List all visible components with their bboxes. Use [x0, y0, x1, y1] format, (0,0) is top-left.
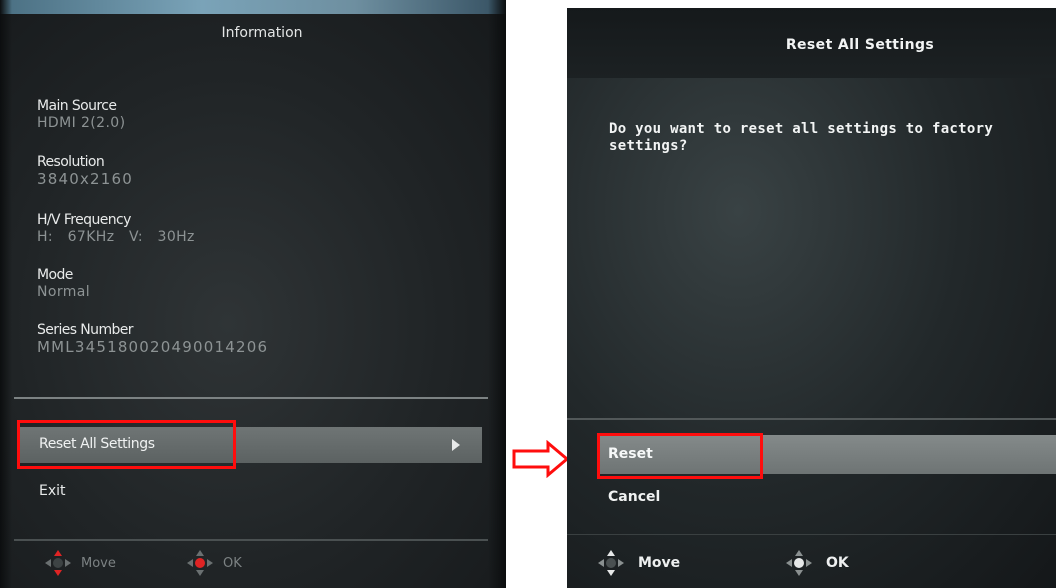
footer-ok: OK [187, 550, 242, 576]
footer-ok-label: OK [826, 555, 849, 571]
divider [567, 418, 1056, 420]
divider [14, 539, 488, 541]
info-label: Main Source [37, 98, 117, 114]
info-series-number: Series Number MML345180020490014206 [37, 322, 268, 356]
info-resolution: Resolution 3840x2160 [37, 154, 133, 188]
info-value: H: 67KHz V: 30Hz [37, 229, 195, 245]
menu-item-exit[interactable]: Exit [39, 483, 66, 499]
info-hv-frequency: H/V Frequency H: 67KHz V: 30Hz [37, 212, 195, 246]
footer-ok: OK [786, 550, 849, 576]
footer-move-label: Move [81, 555, 116, 571]
divider [567, 534, 1056, 535]
reset-all-settings-screen: Reset All Settings Do you want to reset … [567, 8, 1056, 588]
info-value: 3840x2160 [37, 170, 134, 188]
monitor-bezel-strip [0, 0, 506, 14]
reset-confirmation-question: Do you want to reset all settings to fac… [609, 121, 994, 154]
right-arrow-icon [512, 440, 570, 478]
footer-move-label: Move [638, 555, 681, 571]
play-triangle-icon [452, 439, 460, 451]
dpad-move-icon [45, 550, 71, 576]
divider [14, 397, 488, 399]
info-value: Normal [37, 284, 91, 300]
footer-move: Move [598, 550, 680, 576]
info-label: Mode [37, 267, 73, 283]
info-label: Series Number [37, 322, 134, 338]
information-screen: Information Main Source HDMI 2(2.0) Reso… [0, 0, 506, 588]
footer-move: Move [45, 550, 116, 576]
info-label: Resolution [37, 154, 105, 170]
info-label: H/V Frequency [37, 212, 131, 228]
dpad-ok-icon [786, 550, 812, 576]
info-main-source: Main Source HDMI 2(2.0) [37, 98, 125, 132]
dpad-move-icon [598, 550, 624, 576]
highlight-box-reset-all-settings [17, 420, 236, 469]
info-value: MML345180020490014206 [37, 338, 269, 356]
dpad-ok-icon [187, 550, 213, 576]
footer-ok-label: OK [223, 555, 242, 571]
info-mode: Mode Normal [37, 267, 90, 301]
option-cancel[interactable]: Cancel [608, 489, 660, 505]
osd-title: Information [221, 25, 303, 41]
highlight-box-reset [597, 433, 763, 479]
info-value: HDMI 2(2.0) [37, 115, 126, 131]
osd-title: Reset All Settings [785, 37, 935, 53]
